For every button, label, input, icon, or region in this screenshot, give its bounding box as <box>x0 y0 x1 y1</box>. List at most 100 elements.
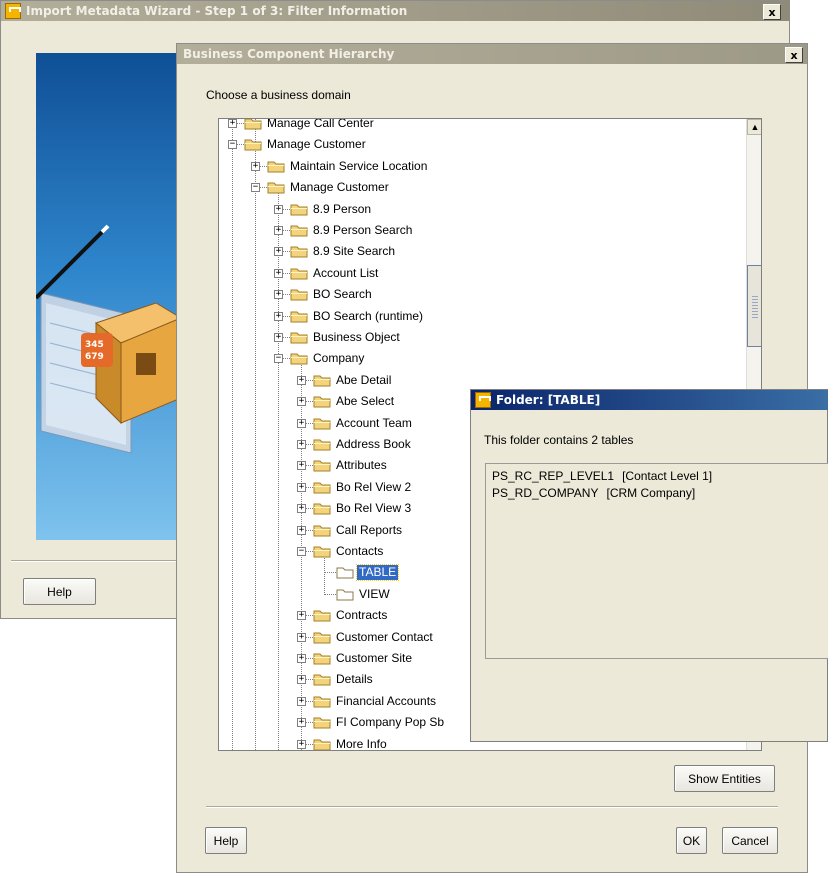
scroll-thumb[interactable] <box>747 265 761 347</box>
tree-node-label: FI Company Pop Sb <box>336 715 445 730</box>
expand-icon[interactable]: + <box>274 204 283 214</box>
folder-icon <box>290 267 308 280</box>
tree-node[interactable]: +8.9 Person <box>219 199 739 220</box>
folder-icon <box>290 224 308 237</box>
svg-text:345: 345 <box>85 340 104 350</box>
collapse-icon[interactable]: − <box>297 547 306 556</box>
folder-icon <box>313 631 331 644</box>
expand-icon[interactable]: + <box>274 290 283 300</box>
cancel-button[interactable]: Cancel <box>722 827 778 854</box>
tree-node[interactable]: − Company <box>219 348 739 369</box>
tree-node-label: Call Reports <box>336 522 403 537</box>
tree-node[interactable]: + Account List <box>219 263 739 284</box>
table-description: [CRM Company] <box>606 486 696 500</box>
tree-node[interactable]: − Manage Customer <box>219 177 739 198</box>
collapse-icon[interactable]: − <box>228 140 237 150</box>
folder-icon <box>313 716 331 729</box>
tree-node-label: Financial Accounts <box>336 693 437 708</box>
folder-info-popup: Folder: [TABLE] This folder contains 2 t… <box>470 389 828 742</box>
folder-popup-title: Folder: [TABLE] <box>496 393 601 407</box>
svg-text:679: 679 <box>85 352 104 362</box>
tree-node[interactable]: + Maintain Service Location <box>219 156 739 177</box>
main-window-titlebar: Import Metadata Wizard - Step 1 of 3: Fi… <box>1 1 789 21</box>
folder-icon <box>313 374 331 387</box>
scroll-grip-icon <box>752 294 758 318</box>
tree-node-label: 8.9 Person Search <box>313 223 413 237</box>
folder-icon <box>313 652 331 665</box>
expand-icon[interactable]: + <box>274 247 283 257</box>
tree-node-label: Address Book <box>336 437 411 451</box>
folder-icon <box>313 459 331 472</box>
tree-connector <box>324 572 336 574</box>
show-entities-label: Show Entities <box>688 771 761 786</box>
expand-icon[interactable]: + <box>274 268 283 278</box>
expand-icon[interactable]: + <box>297 440 306 449</box>
table-name: PS_RD_COMPANY <box>492 486 599 500</box>
tree-node[interactable]: + Business Object <box>219 327 739 348</box>
expand-icon[interactable]: + <box>297 632 306 642</box>
tree-node-label: VIEW <box>359 586 390 601</box>
tree-node[interactable]: +8.9 Person Search <box>219 220 739 241</box>
main-window-close-button[interactable]: x <box>763 4 781 20</box>
wand-icon <box>36 226 108 300</box>
main-help-button[interactable]: Help <box>23 578 96 605</box>
folder-icon <box>313 502 331 515</box>
expand-icon[interactable]: + <box>297 718 306 728</box>
expand-icon[interactable]: + <box>297 525 306 535</box>
tree-node-label: 8.9 Site Search <box>313 244 396 259</box>
tree-node-label: Contracts <box>336 608 388 623</box>
folder-icon <box>244 119 262 130</box>
tree-node[interactable]: + Abe Detail <box>219 370 739 391</box>
expand-icon[interactable]: + <box>297 654 306 663</box>
ok-button[interactable]: OK <box>676 827 707 854</box>
open-folder-icon <box>336 566 354 579</box>
expand-icon[interactable]: + <box>274 226 283 235</box>
table-entry[interactable]: PS_RC_REP_LEVEL1 [Contact Level 1] <box>492 468 828 485</box>
dialog-titlebar: Business Component Hierarchy <box>177 44 807 64</box>
dialog-title: Business Component Hierarchy <box>183 47 395 61</box>
table-name: PS_RC_REP_LEVEL1 <box>492 469 615 483</box>
table-entry[interactable]: PS_RD_COMPANY [CRM Company] <box>492 485 828 502</box>
collapse-icon[interactable]: − <box>251 183 260 193</box>
expand-icon[interactable]: + <box>297 504 306 514</box>
folder-icon <box>290 352 308 365</box>
scroll-up-button[interactable]: ▲ <box>747 119 761 135</box>
expand-icon[interactable]: + <box>274 333 283 342</box>
expand-icon[interactable]: + <box>297 482 306 492</box>
expand-icon[interactable]: + <box>297 461 306 471</box>
show-entities-button[interactable]: Show Entities <box>674 765 775 792</box>
folder-icon <box>313 524 331 537</box>
table-list: PS_RC_REP_LEVEL1 [Contact Level 1] PS_RD_C… <box>485 463 828 659</box>
tree-node[interactable]: − Manage Customer <box>219 134 739 155</box>
tree-node[interactable]: + BO Search <box>219 284 739 305</box>
expand-icon[interactable]: + <box>297 675 306 685</box>
scroll-up-icon: ▲ <box>750 122 760 132</box>
domain-label-text: Choose a business domain <box>206 88 351 102</box>
tree-node-label: Abe Select <box>336 394 395 409</box>
folder-icon <box>313 545 331 558</box>
dialog-close-button[interactable]: x <box>785 47 803 63</box>
expand-icon[interactable]: + <box>274 311 283 321</box>
expand-icon[interactable]: + <box>297 397 306 407</box>
folder-icon <box>313 609 331 622</box>
tree-node[interactable]: + Manage Call Center <box>219 119 739 134</box>
expand-icon[interactable]: + <box>297 611 306 621</box>
tree-node-label: Bo Rel View 2 <box>336 479 412 494</box>
tree-node-label: BO Search <box>313 287 372 302</box>
collapse-icon[interactable]: − <box>274 354 283 364</box>
tree-node-label: TABLE <box>355 564 400 582</box>
dialog-help-button[interactable]: Help <box>205 827 247 854</box>
folder-icon <box>313 695 331 708</box>
expand-icon[interactable]: + <box>297 375 306 385</box>
expand-icon[interactable]: + <box>297 739 306 749</box>
table-rows: PS_RC_REP_LEVEL1 [Contact Level 1] PS_RD_C… <box>492 468 828 502</box>
folder-icon <box>313 738 331 750</box>
expand-icon[interactable]: + <box>297 418 306 428</box>
tree-node-label: Account List <box>313 265 379 280</box>
tree-node[interactable]: +8.9 Site Search <box>219 241 739 262</box>
expand-icon[interactable]: + <box>297 696 306 706</box>
expand-icon[interactable]: + <box>251 161 260 171</box>
tree-node[interactable]: + BO Search (runtime) <box>219 306 739 327</box>
expand-icon[interactable]: + <box>228 119 237 128</box>
main-window-title: Import Metadata Wizard - Step 1 of 3: Fi… <box>26 4 408 18</box>
